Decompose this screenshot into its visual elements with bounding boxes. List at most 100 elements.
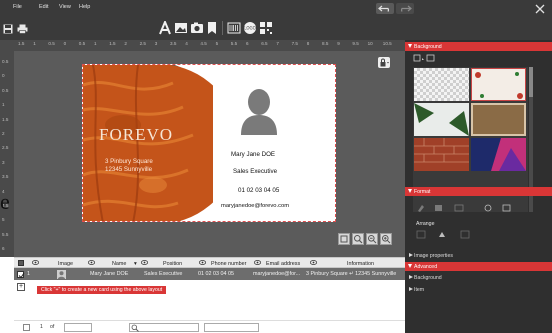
card-phone[interactable]: 01 02 03 04 05 <box>238 187 279 194</box>
format-tool-icons <box>418 204 511 212</box>
add-photo-button[interactable] <box>190 21 204 35</box>
menu-file[interactable]: File <box>13 4 22 10</box>
image-properties-section-header[interactable]: Image properties <box>405 251 552 260</box>
lock-button[interactable] <box>378 57 390 68</box>
zoom-in-icon <box>382 235 391 244</box>
advanced-section-label: Advanced <box>414 263 438 270</box>
add-row-button[interactable]: + <box>17 283 25 291</box>
zoom-fit-button[interactable] <box>352 233 364 245</box>
first-page-button[interactable] <box>23 324 30 331</box>
card-name[interactable]: Mary Jane DOE <box>231 151 275 158</box>
sort-arrow-icon[interactable]: ▾ <box>134 261 137 267</box>
card-email[interactable]: maryjanedoe@forevo.com <box>221 203 289 209</box>
ruler-tick-label: 1 <box>33 41 36 46</box>
select-all-checkbox[interactable] <box>18 260 24 266</box>
close-window-button[interactable] <box>534 3 546 15</box>
undo-button[interactable] <box>376 3 394 14</box>
save-button[interactable] <box>3 24 13 34</box>
row-name[interactable]: Mary Jane DOE <box>90 271 128 277</box>
column-header-image[interactable]: Image <box>58 261 73 267</box>
search-input[interactable] <box>129 323 199 332</box>
page-input[interactable] <box>64 323 92 332</box>
row-information[interactable]: 3 Pinbury Square ↵ 12345 Sunnyville <box>306 271 396 277</box>
column-header-email[interactable]: Email address <box>266 261 300 267</box>
ruler-tick-label: 8.5 <box>322 41 329 46</box>
camera-icon <box>191 22 203 33</box>
ruler-tick-label: 7.5 <box>291 41 298 46</box>
ruler-tick-label: 5 <box>2 217 5 223</box>
add-barcode-button[interactable] <box>227 21 241 35</box>
row-checkbox[interactable] <box>17 271 25 279</box>
leaves-pattern <box>414 103 469 136</box>
column-header-name[interactable]: Name <box>112 261 126 267</box>
floral-background-thumb[interactable] <box>471 68 526 101</box>
menu-edit[interactable]: Edit <box>39 4 48 10</box>
column-header-phone[interactable]: Phone number <box>211 261 246 267</box>
add-text-button[interactable] <box>158 19 172 35</box>
ruler-tick-label: 3.5 <box>2 174 9 180</box>
filter-dropdown[interactable] <box>204 323 259 332</box>
add-qrcode-button[interactable] <box>259 21 273 35</box>
ruler-tick-label: 5.5 <box>2 231 9 237</box>
eye-icon[interactable] <box>32 260 39 265</box>
row-image-thumbnail[interactable] <box>57 270 66 279</box>
menu-view[interactable]: View <box>59 4 71 10</box>
fit-page-button[interactable] <box>338 233 350 245</box>
app-window: File Edit View Help LOGO 1.5 1 0.5 0 0.5… <box>0 0 552 333</box>
add-image-button[interactable] <box>174 21 188 35</box>
zoom-out-button[interactable] <box>366 233 378 245</box>
row-phone[interactable]: 01 02 03 04 05 <box>198 271 234 277</box>
ruler-tick-label: 9.5 <box>352 41 359 46</box>
ruler-tick-label: 3 <box>154 41 158 46</box>
lock-icon <box>380 58 389 67</box>
user-silhouette-icon[interactable] <box>240 87 278 135</box>
row-index: 1 <box>27 271 30 277</box>
card-position[interactable]: Sales Executive <box>233 168 277 175</box>
table-row[interactable]: 1 Mary Jane DOE Sales Executive 01 02 03… <box>14 268 405 280</box>
transparent-background-thumb[interactable] <box>414 68 469 101</box>
ruler-tick-label: 0.5 <box>2 59 9 64</box>
background-section-header[interactable]: Background <box>405 42 552 51</box>
add-shape-button[interactable] <box>205 21 219 35</box>
brick-background-thumb[interactable] <box>414 138 469 171</box>
redo-button[interactable] <box>396 3 414 14</box>
business-card[interactable]: FOREVO 3 Pinbury Square 12345 Sunnyville… <box>82 64 336 222</box>
menu-help[interactable]: Help <box>79 4 90 10</box>
row-position[interactable]: Sales Executive <box>144 271 182 277</box>
eye-icon[interactable] <box>254 260 261 265</box>
leaves-background-thumb[interactable] <box>414 103 469 136</box>
bookmark-icon <box>208 22 216 34</box>
new-card-hint: Click "+" to create a new card using the… <box>37 286 167 294</box>
ruler-tick-label: 2 <box>124 41 127 46</box>
arrange-tools <box>415 230 485 239</box>
close-icon <box>535 4 545 14</box>
advanced-item-item[interactable]: Item <box>405 285 552 294</box>
address-line-1[interactable]: 3 Pinbury Square <box>105 158 153 165</box>
background-tools[interactable] <box>413 54 437 63</box>
format-section-header[interactable]: Format <box>405 187 552 196</box>
floral-pattern <box>475 72 523 99</box>
print-button[interactable] <box>17 24 28 34</box>
image-picker-icon <box>413 54 435 62</box>
eye-icon[interactable] <box>88 260 95 265</box>
search-icon <box>131 324 139 332</box>
zoom-in-button[interactable] <box>380 233 392 245</box>
ruler-tick-label: 3.5 <box>170 41 177 46</box>
properties-panel: Background Format Arrange Image properti… <box>405 40 552 333</box>
redo-icon <box>401 5 412 12</box>
row-email[interactable]: maryjanedoe@for... <box>253 271 300 277</box>
advanced-background-item[interactable]: Background <box>405 273 552 282</box>
wood-frame-background-thumb[interactable] <box>471 103 526 136</box>
column-header-position[interactable]: Position <box>163 261 182 267</box>
company-name[interactable]: FOREVO <box>99 125 173 145</box>
eye-icon[interactable] <box>141 260 148 265</box>
column-header-information[interactable]: Information <box>347 261 374 267</box>
address-line-2[interactable]: 12345 Sunnyville <box>105 166 152 173</box>
eye-icon[interactable] <box>310 260 317 265</box>
advanced-section-header[interactable]: Advanced <box>405 262 552 271</box>
eye-icon[interactable] <box>199 260 206 265</box>
advanced-background-label: Background <box>414 274 442 281</box>
arrange-label: Arrange <box>416 221 435 227</box>
geometric-background-thumb[interactable] <box>471 138 526 171</box>
add-logo-button[interactable]: LOGO <box>243 21 257 35</box>
